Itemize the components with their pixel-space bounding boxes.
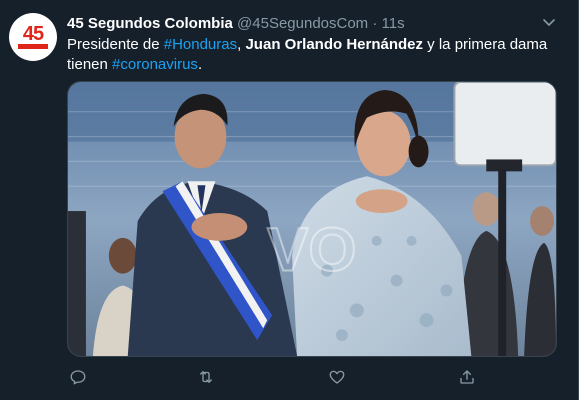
- share-button[interactable]: [456, 366, 478, 388]
- tweet-text-part: .: [197, 56, 203, 73]
- reply-button[interactable]: [67, 366, 89, 388]
- speech-bubble-icon: [70, 370, 86, 385]
- tweet-text-bold: Juan Orlando Hernández: [245, 36, 424, 53]
- retweet-button[interactable]: [195, 366, 217, 388]
- heart-icon: [329, 370, 345, 384]
- avatar-logo-bar: [18, 44, 48, 49]
- tweet-timestamp[interactable]: 11s: [382, 15, 405, 32]
- tweet-card[interactable]: 45 45 Segundos Colombia @45SegundosCom ·…: [0, 0, 579, 400]
- tweet-photo[interactable]: VO: [67, 81, 557, 357]
- avatar[interactable]: 45: [9, 13, 57, 61]
- tweet-actions: [67, 366, 557, 388]
- tweet-text-part: Presidente de: [67, 36, 164, 53]
- retweet-icon: [200, 371, 212, 383]
- author-handle[interactable]: @45SegundosCom: [237, 15, 368, 32]
- photo-illustration: VO: [68, 82, 556, 356]
- tweet-text: Presidente de #Honduras, Juan Orlando He…: [67, 35, 557, 75]
- hashtag-link[interactable]: #Honduras: [164, 36, 237, 53]
- share-icon: [460, 370, 474, 384]
- separator-dot: ·: [372, 15, 378, 32]
- avatar-logo-text: 45: [22, 23, 44, 45]
- photo-watermark: VO: [267, 216, 356, 285]
- chevron-down-icon[interactable]: [541, 14, 557, 30]
- author-name[interactable]: 45 Segundos Colombia: [67, 15, 233, 32]
- like-button[interactable]: [326, 366, 348, 388]
- hashtag-link[interactable]: #coronavirus: [112, 56, 198, 73]
- tweet-header: 45 Segundos Colombia @45SegundosCom · 11…: [67, 14, 538, 34]
